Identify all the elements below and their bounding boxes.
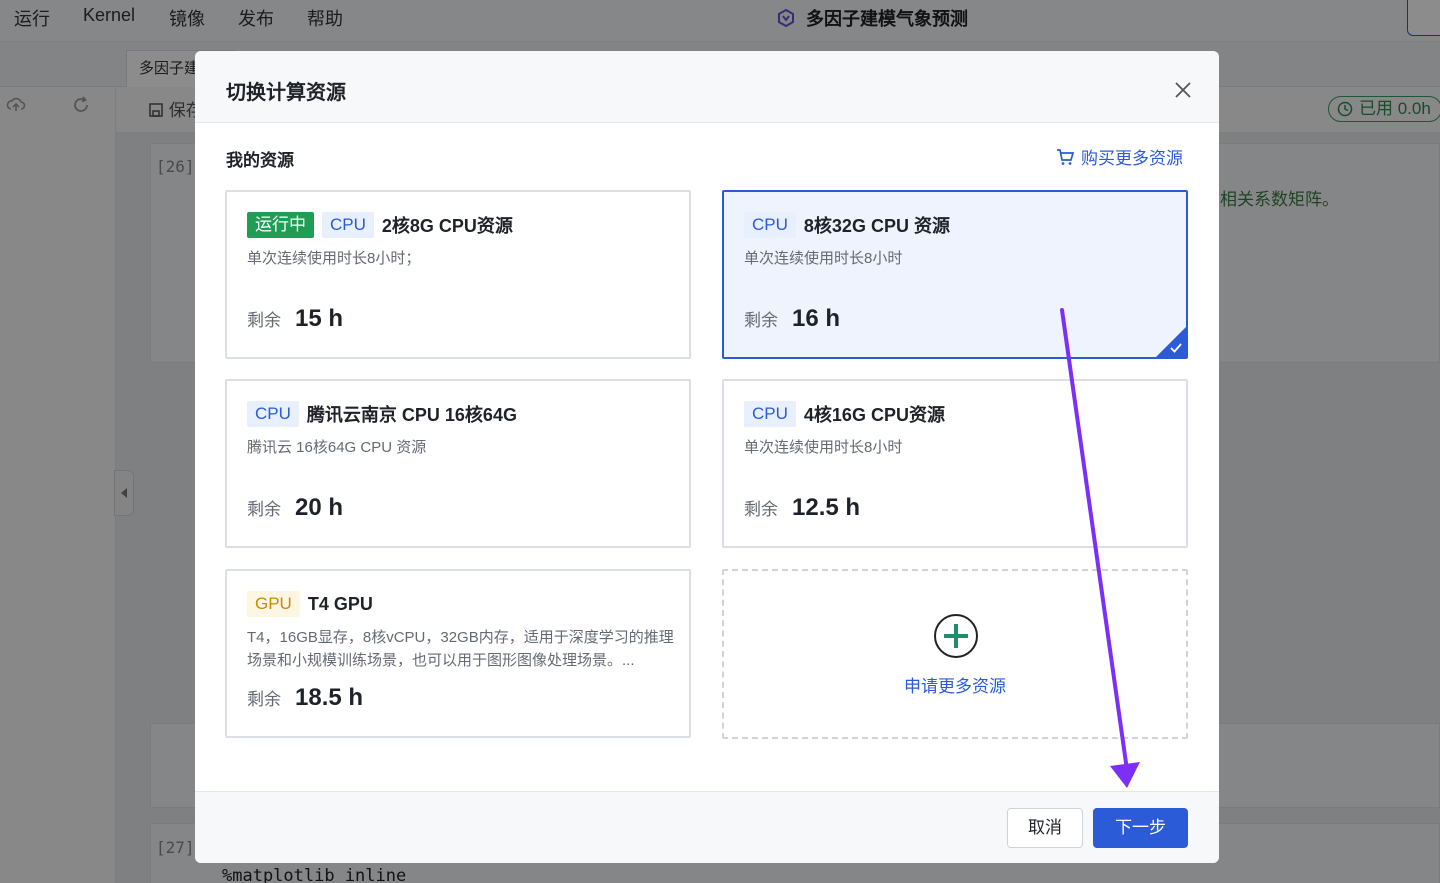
resource-card-2c8g[interactable]: 运行中 CPU 2核8G CPU资源 单次连续使用时长8小时； 剩余 15 h [225, 190, 691, 359]
remaining-value: 12.5 h [792, 494, 861, 521]
type-badge: CPU [322, 212, 374, 238]
card-header: CPU 4核16G CPU资源 [744, 401, 945, 427]
section-title: 我的资源 [226, 151, 294, 170]
cart-icon [1057, 148, 1075, 165]
remaining-value: 16 h [792, 305, 841, 332]
request-more-label: 申请更多资源 [904, 677, 1006, 696]
type-badge: GPU [247, 591, 300, 617]
dialog-footer: 取消 下一步 [195, 791, 1219, 863]
buy-more-label: 购买更多资源 [1081, 149, 1183, 168]
remaining-value: 20 h [295, 494, 344, 521]
card-header: CPU 8核32G CPU 资源 [744, 212, 950, 238]
resource-name: 8核32G CPU 资源 [803, 216, 950, 236]
plus-circle-icon [934, 614, 978, 658]
remaining-time: 剩余 16 h [744, 305, 840, 333]
request-more-resources-card[interactable]: 申请更多资源 [722, 569, 1188, 739]
close-icon[interactable] [1171, 78, 1195, 102]
card-header: 运行中 CPU 2核8G CPU资源 [247, 212, 513, 238]
remaining-time: 剩余 18.5 h [247, 684, 363, 712]
type-badge: CPU [744, 212, 796, 238]
card-header: GPU T4 GPU [247, 591, 373, 617]
resource-name: 2核8G CPU资源 [381, 216, 513, 236]
resource-description: 单次连续使用时长8小时 [744, 439, 903, 456]
resource-card-8c32g[interactable]: CPU 8核32G CPU 资源 单次连续使用时长8小时 剩余 16 h [722, 190, 1188, 359]
remaining-value: 18.5 h [295, 684, 364, 711]
remaining-time: 剩余 12.5 h [744, 494, 860, 522]
remaining-label: 剩余 [247, 500, 281, 519]
check-icon [1155, 326, 1187, 358]
resource-card-4c16g[interactable]: CPU 4核16G CPU资源 单次连续使用时长8小时 剩余 12.5 h [722, 379, 1188, 548]
resource-description: 腾讯云 16核64G CPU 资源 [247, 439, 427, 456]
dialog-title: 切换计算资源 [226, 82, 346, 104]
resource-card-t4-gpu[interactable]: GPU T4 GPU T4，16GB显存，8核vCPU，32GB内存，适用于深度… [225, 569, 691, 738]
type-badge: CPU [247, 401, 299, 427]
remaining-time: 剩余 15 h [247, 305, 343, 333]
remaining-time: 剩余 20 h [247, 494, 343, 522]
dialog-header: 切换计算资源 [195, 51, 1219, 123]
switch-resource-dialog: 切换计算资源 我的资源 购买更多资源 运行中 CPU 2核8G CPU资源 单次… [195, 51, 1219, 863]
resource-name: 腾讯云南京 CPU 16核64G [306, 405, 517, 425]
resource-description: 单次连续使用时长8小时； [247, 250, 421, 267]
card-header: CPU 腾讯云南京 CPU 16核64G [247, 401, 517, 427]
resource-description: T4，16GB显存，8核vCPU，32GB内存，适用于深度学习的推理场景和小规模… [247, 629, 674, 669]
resource-description: 单次连续使用时长8小时 [744, 250, 903, 267]
remaining-value: 15 h [295, 305, 344, 332]
cancel-button[interactable]: 取消 [1007, 808, 1083, 848]
remaining-label: 剩余 [247, 690, 281, 709]
status-badge: 运行中 [247, 212, 314, 238]
resource-card-tencent-16c64g[interactable]: CPU 腾讯云南京 CPU 16核64G 腾讯云 16核64G CPU 资源 剩… [225, 379, 691, 548]
buy-more-link[interactable]: 购买更多资源 [1055, 144, 1183, 169]
remaining-label: 剩余 [247, 311, 281, 330]
remaining-label: 剩余 [744, 311, 778, 330]
resource-name: T4 GPU [307, 593, 373, 614]
type-badge: CPU [744, 401, 796, 427]
remaining-label: 剩余 [744, 500, 778, 519]
resource-name: 4核16G CPU资源 [803, 405, 945, 425]
next-button[interactable]: 下一步 [1093, 808, 1188, 848]
